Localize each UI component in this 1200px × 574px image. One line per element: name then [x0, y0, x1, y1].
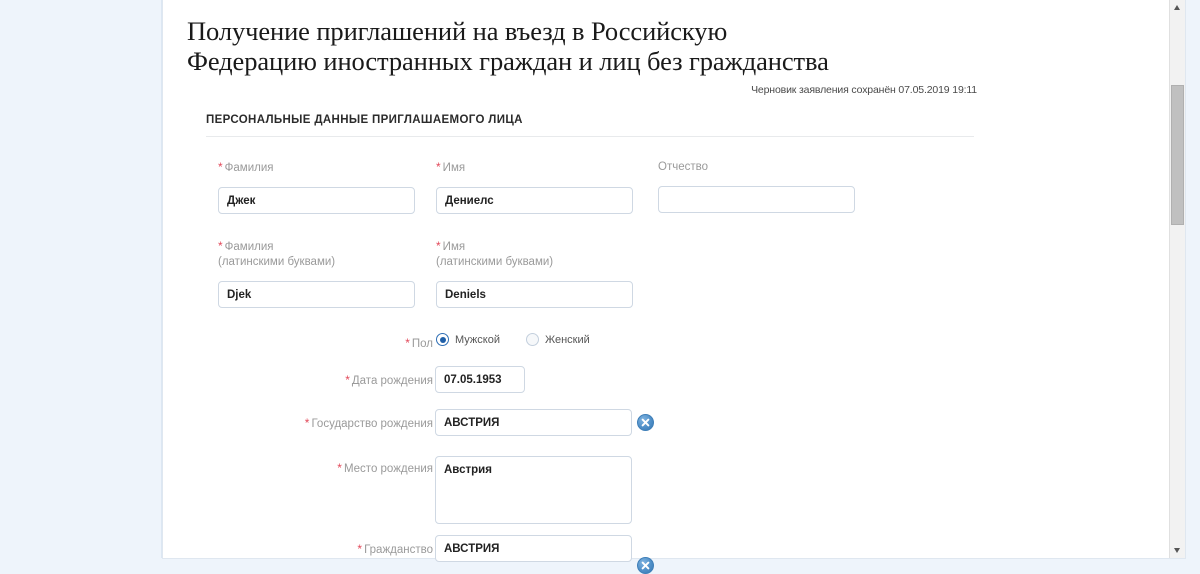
- surname-latin-input[interactable]: [218, 281, 415, 308]
- field-surname-latin-label: * Фамилия (латинскими буквами): [218, 239, 336, 268]
- scroll-down-icon[interactable]: [1170, 543, 1185, 558]
- patronymic-input[interactable]: [658, 186, 855, 213]
- field-name-latin: * Имя (латинскими буквами): [436, 239, 633, 308]
- citizenship-clear-icon[interactable]: [637, 557, 654, 574]
- field-gender-label-wrap: * Пол: [300, 336, 433, 352]
- field-patronymic-label: Отчество: [658, 161, 708, 173]
- field-name: * Имя: [436, 160, 633, 214]
- surname-input[interactable]: [218, 187, 415, 214]
- field-surname: * Фамилия: [218, 160, 415, 214]
- field-birth-country-label-wrap: * Государство рождения: [260, 416, 433, 432]
- gender-radio-group[interactable]: Мужской Женский: [436, 333, 616, 346]
- field-citizenship-label: * Гражданство: [357, 542, 433, 556]
- gender-option-male[interactable]: Мужской: [436, 333, 500, 346]
- radio-unselected-icon[interactable]: [525, 333, 539, 346]
- gender-option-male-label: Мужской: [455, 333, 500, 346]
- required-asterisk: *: [345, 373, 350, 387]
- birth-place-textarea[interactable]: Австрия: [435, 456, 632, 524]
- field-birth-place-label: * Место рождения: [337, 461, 433, 475]
- section-divider: [206, 136, 974, 137]
- field-gender-label: * Пол: [405, 336, 433, 350]
- field-patronymic: Отчество: [658, 160, 855, 213]
- field-name-label: * Имя: [436, 160, 466, 174]
- required-asterisk: *: [304, 416, 310, 430]
- browser-viewport: Получение приглашений на въезд в Российс…: [0, 0, 1200, 574]
- required-asterisk: *: [436, 239, 441, 253]
- vertical-scrollbar[interactable]: [1169, 0, 1185, 558]
- field-birth-date-label: * Дата рождения: [345, 373, 433, 387]
- required-asterisk: *: [405, 336, 410, 350]
- required-asterisk: *: [436, 160, 441, 174]
- field-name-latin-label: * Имя (латинскими буквами): [436, 239, 554, 268]
- required-asterisk: *: [218, 239, 223, 253]
- field-citizenship-label-wrap: * Гражданство: [290, 542, 433, 558]
- section-title: ПЕРСОНАЛЬНЫЕ ДАННЫЕ ПРИГЛАШАЕМОГО ЛИЦА: [206, 114, 523, 126]
- section-personal-data: ПЕРСОНАЛЬНЫЕ ДАННЫЕ ПРИГЛАШАЕМОГО ЛИЦА: [206, 114, 974, 137]
- field-birth-place-label-wrap: * Место рождения: [280, 461, 433, 477]
- field-surname-latin: * Фамилия (латинскими буквами): [218, 239, 415, 308]
- birth-country-input[interactable]: [435, 409, 632, 436]
- document-header: Получение приглашений на въезд в Российс…: [187, 16, 977, 96]
- scroll-up-icon[interactable]: [1170, 0, 1185, 15]
- scrollbar-thumb[interactable]: [1171, 85, 1184, 225]
- name-input[interactable]: [436, 187, 633, 214]
- required-asterisk: *: [218, 160, 223, 174]
- birth-date-input[interactable]: [435, 366, 525, 393]
- name-latin-input[interactable]: [436, 281, 633, 308]
- page-title: Получение приглашений на въезд в Российс…: [187, 16, 829, 76]
- gender-option-female-label: Женский: [544, 333, 590, 346]
- required-asterisk: *: [357, 542, 363, 556]
- gender-option-female[interactable]: Женский: [525, 333, 590, 346]
- field-surname-label: * Фамилия: [218, 160, 274, 174]
- required-asterisk: *: [337, 461, 342, 475]
- field-birth-date-label-wrap: * Дата рождения: [280, 373, 433, 389]
- radio-selected-icon[interactable]: [436, 333, 449, 346]
- draft-saved-note: Черновик заявления сохранён 07.05.2019 1…: [751, 84, 977, 96]
- birth-country-clear-icon[interactable]: [637, 414, 654, 431]
- field-birth-country-label: * Государство рождения: [304, 416, 433, 430]
